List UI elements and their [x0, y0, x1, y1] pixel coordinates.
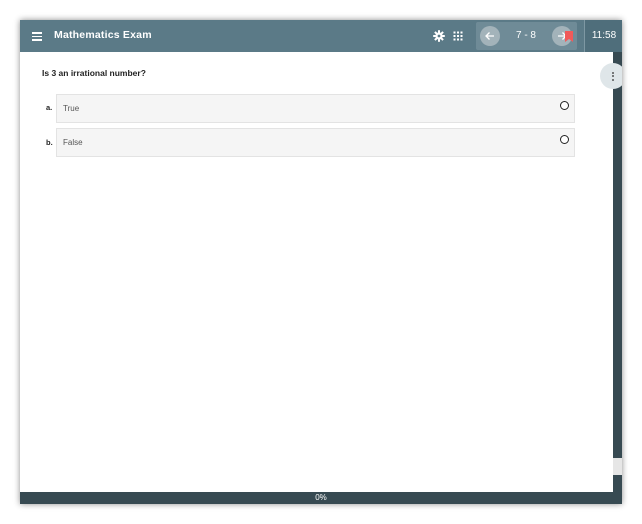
question-text: Is 3 an irrational number? [42, 68, 146, 78]
option-a-letter: a. [46, 103, 53, 112]
top-bar: Mathematics Exam 7 - 8 11:58 [20, 20, 622, 52]
right-rail [613, 52, 622, 492]
gear-icon[interactable] [431, 28, 447, 44]
radio-unchecked-icon[interactable] [560, 101, 569, 110]
timer-box: 11:58 [584, 20, 622, 52]
page-range: 7 - 8 [515, 30, 536, 41]
menu-icon[interactable] [30, 28, 46, 44]
exam-window: Mathematics Exam 7 - 8 11:58 Is 3 an irr… [20, 20, 622, 504]
option-b-label: False [63, 138, 83, 147]
bookmark-icon[interactable] [565, 29, 573, 42]
rail-scroll-thumb[interactable] [613, 458, 622, 475]
grid-icon[interactable] [450, 28, 466, 44]
option-a[interactable]: True [56, 94, 575, 123]
exam-title: Mathematics Exam [54, 29, 152, 41]
progress-text: 0% [315, 493, 327, 502]
option-a-label: True [63, 104, 80, 113]
timer: 11:58 [591, 30, 617, 41]
arrow-left-icon[interactable] [480, 26, 500, 46]
option-b-letter: b. [46, 138, 53, 147]
more-vertical-icon[interactable] [600, 63, 622, 89]
question-navigator: 7 - 8 [476, 22, 577, 50]
radio-unchecked-icon[interactable] [560, 135, 569, 144]
progress-bar: 0% [20, 492, 622, 504]
option-b[interactable]: False [56, 128, 575, 157]
